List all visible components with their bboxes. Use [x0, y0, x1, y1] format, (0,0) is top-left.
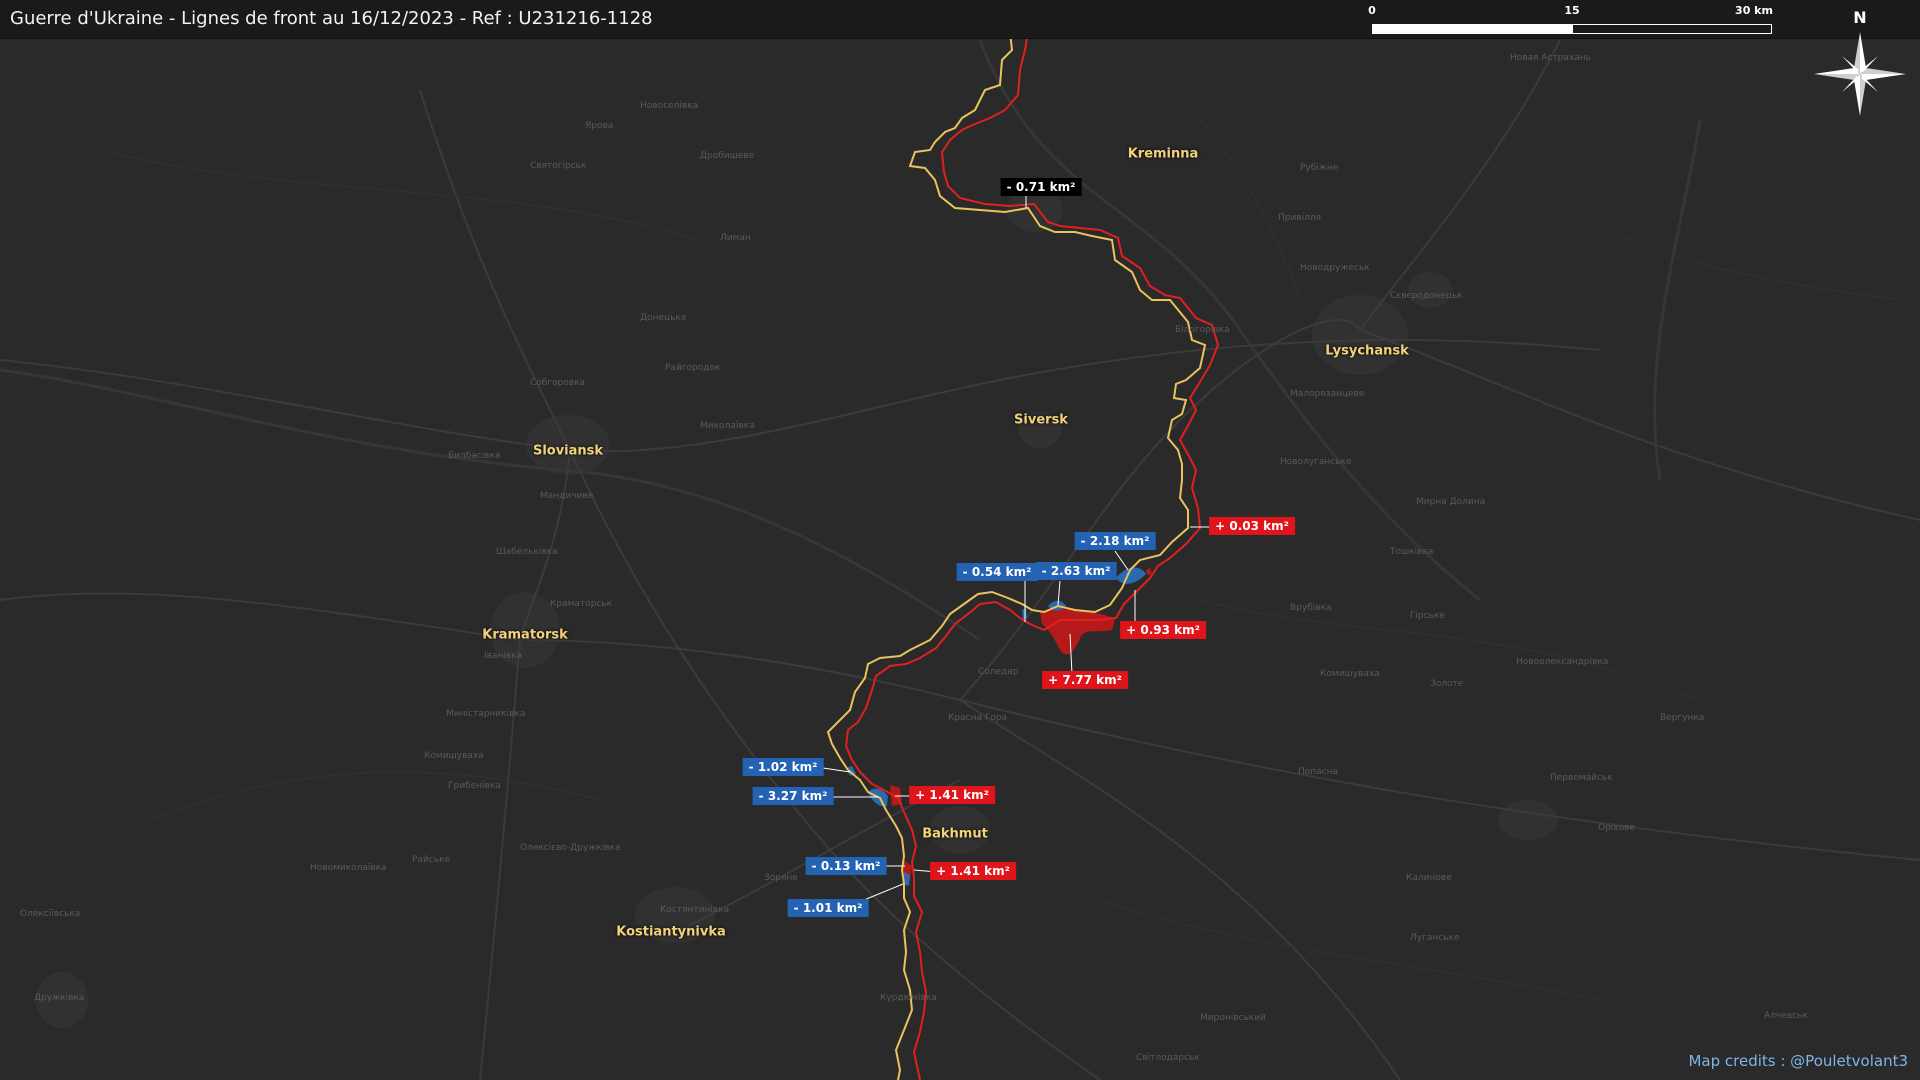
change-label-c12: + 1.41 km²	[930, 862, 1016, 880]
svg-text:Іванівка: Іванівка	[484, 651, 522, 661]
svg-text:Ярова: Ярова	[585, 121, 613, 131]
svg-text:Новоселівка: Новоселівка	[640, 101, 698, 111]
scale-segment-filled	[1372, 24, 1572, 34]
svg-text:Миністарниківка: Миністарниківка	[446, 709, 525, 719]
svg-text:Гірське: Гірське	[1410, 611, 1445, 621]
svg-text:Привілля: Привілля	[1278, 213, 1321, 223]
svg-text:Соледар: Соледар	[978, 667, 1019, 677]
basemap: Новоселівка Ярова Дробишеве Святогірськ …	[0, 0, 1920, 1080]
change-label-c10: + 1.41 km²	[909, 786, 995, 804]
svg-text:Миколаївка: Миколаївка	[700, 421, 755, 431]
change-label-c1: - 0.71 km²	[1000, 178, 1082, 196]
svg-text:Собгоровка: Собгоровка	[530, 378, 585, 388]
change-label-c4: - 0.54 km²	[956, 563, 1038, 581]
svg-text:Святогірськ: Святогірськ	[530, 161, 587, 171]
scale-segment-empty	[1572, 24, 1772, 34]
svg-text:Сєвєродонецьк: Сєвєродонецьк	[1390, 291, 1463, 301]
svg-text:Новоолександрівка: Новоолександрівка	[1516, 657, 1608, 667]
svg-text:Вергунка: Вергунка	[1660, 713, 1704, 723]
svg-text:Луганське: Луганське	[1410, 933, 1460, 943]
city-label-kreminna: Kreminna	[1127, 146, 1199, 162]
svg-text:Алчевськ: Алчевськ	[1764, 1011, 1808, 1021]
city-label-kostiantynivka: Kostiantynivka	[616, 924, 726, 940]
svg-text:Костянтинівка: Костянтинівка	[660, 905, 729, 915]
svg-text:Олексієво-Дружківка: Олексієво-Дружківка	[520, 843, 621, 853]
change-label-c2: + 0.03 km²	[1209, 517, 1295, 535]
svg-text:Новолуганське: Новолуганське	[1280, 457, 1352, 467]
svg-text:Курдюмівка: Курдюмівка	[880, 993, 937, 1003]
svg-text:Лиман: Лиман	[720, 233, 751, 243]
change-label-c5: - 2.63 km²	[1035, 562, 1117, 580]
map-credit: Map credits : @Pouletvolant3	[1688, 1052, 1908, 1070]
svg-text:Тошківка: Тошківка	[1389, 547, 1433, 557]
svg-text:Зоряне: Зоряне	[764, 873, 798, 883]
change-label-c7: + 7.77 km²	[1042, 671, 1128, 689]
scale-tick-30: 30 km	[1735, 4, 1773, 17]
svg-text:Новомиколаївка: Новомиколаївка	[310, 863, 387, 873]
svg-text:Райгородок: Райгородок	[665, 363, 721, 373]
svg-text:Попасна: Попасна	[1298, 767, 1338, 777]
svg-text:Донецьке: Донецьке	[640, 313, 687, 323]
svg-text:Світлодарськ: Світлодарськ	[1136, 1053, 1200, 1063]
change-label-c11: - 0.13 km²	[805, 857, 887, 875]
change-label-c9: - 3.27 km²	[752, 787, 834, 805]
svg-text:Новодружеськ: Новодружеськ	[1300, 263, 1370, 273]
svg-text:Олексіївська: Олексіївська	[20, 909, 80, 919]
svg-text:Новая Астрахань: Новая Астрахань	[1510, 53, 1591, 63]
city-label-lysychansk: Lysychansk	[1325, 343, 1409, 359]
svg-text:Краматорськ: Краматорськ	[550, 599, 613, 609]
svg-text:Райське: Райське	[412, 855, 450, 865]
svg-text:Билбасівка: Билбасівка	[448, 451, 501, 461]
svg-text:Оріхове: Оріхове	[1598, 823, 1635, 833]
scale-tick-0: 0	[1368, 4, 1376, 17]
svg-text:Мандичиве: Мандичиве	[540, 491, 594, 501]
svg-text:Первомайськ: Первомайськ	[1550, 773, 1613, 783]
map-canvas[interactable]: Новоселівка Ярова Дробишеве Святогірськ …	[0, 0, 1920, 1080]
scale-tick-15: 15	[1564, 4, 1580, 17]
scale-bar: 0 15 30 km	[1368, 4, 1773, 36]
svg-text:Комишуваха: Комишуваха	[1320, 669, 1380, 679]
compass-star-icon	[1814, 32, 1906, 116]
city-label-kramatorsk: Kramatorsk	[482, 627, 568, 643]
change-label-c3: - 2.18 km²	[1074, 532, 1156, 550]
svg-text:Білогорівка: Білогорівка	[1175, 325, 1230, 335]
svg-text:Мирна Долина: Мирна Долина	[1416, 497, 1485, 507]
svg-text:Красна Гора: Красна Гора	[948, 713, 1007, 723]
svg-text:Шабельківка: Шабельківка	[496, 547, 557, 557]
svg-text:Калинове: Калинове	[1406, 873, 1452, 883]
svg-text:Миронівський: Миронівський	[1200, 1013, 1266, 1023]
village-labels: Новоселівка Ярова Дробишеве Святогірськ …	[20, 53, 1808, 1063]
svg-text:Грибенівка: Грибенівка	[448, 781, 501, 791]
svg-text:Дробишеве: Дробишеве	[700, 151, 755, 161]
svg-text:Врубівка: Врубівка	[1290, 603, 1332, 613]
roads	[0, 39, 1920, 1080]
north-arrow-icon: N	[1810, 8, 1910, 123]
map-title: Guerre d'Ukraine - Lignes de front au 16…	[10, 8, 653, 29]
svg-text:Рубіжне: Рубіжне	[1300, 163, 1339, 173]
change-label-c8: - 1.02 km²	[742, 758, 824, 776]
change-label-c6: + 0.93 km²	[1120, 621, 1206, 639]
svg-text:Комишуваха: Комишуваха	[424, 751, 484, 761]
svg-text:Малорязанцеве: Малорязанцеве	[1290, 389, 1365, 399]
city-label-siversk: Siversk	[1014, 412, 1068, 428]
change-label-c13: - 1.01 km²	[787, 899, 869, 917]
svg-text:Дружківка: Дружківка	[34, 993, 84, 1003]
city-label-bakhmut: Bakhmut	[922, 826, 988, 842]
svg-text:Золоте: Золоте	[1430, 679, 1464, 689]
city-label-sloviansk: Sloviansk	[532, 443, 604, 459]
